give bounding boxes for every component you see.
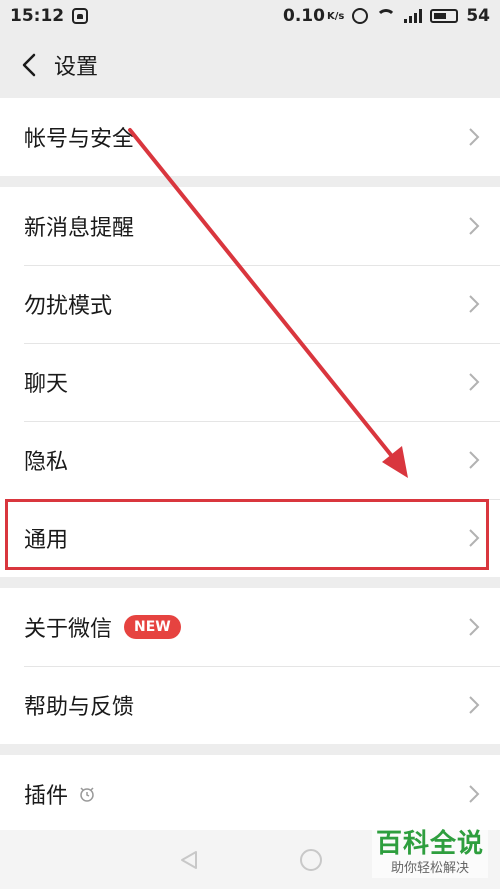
chevron-right-icon	[468, 695, 480, 715]
back-arrow-icon[interactable]	[16, 52, 42, 78]
alarm-icon	[352, 8, 369, 24]
status-bar: 15:12 0.10 K/s 54	[0, 0, 500, 32]
chevron-right-icon	[468, 372, 480, 392]
chevron-right-icon	[468, 528, 480, 548]
settings-row-chat[interactable]: 聊天	[0, 343, 500, 421]
battery-level: 54	[466, 6, 490, 26]
status-left: 15:12	[10, 6, 89, 26]
row-label: 帮助与反馈	[24, 695, 135, 720]
chevron-right-icon	[468, 294, 480, 314]
row-label: 新消息提醒	[24, 216, 135, 241]
row-label: 隐私	[24, 450, 69, 475]
settings-group-plugins: 插件	[0, 755, 500, 833]
watermark-subtitle: 助你轻松解决	[390, 861, 469, 876]
row-label: 聊天	[24, 372, 69, 397]
chevron-right-icon	[468, 784, 480, 804]
settings-row-plugins[interactable]: 插件	[0, 755, 500, 833]
page-title: 设置	[54, 55, 99, 80]
status-right: 0.10 K/s 54	[283, 6, 490, 26]
status-time: 15:12	[10, 6, 65, 26]
settings-row-about-wechat[interactable]: 关于微信 NEW	[0, 588, 500, 666]
notification-icon	[72, 8, 89, 24]
watermark-logo: 百科全说 助你轻松解决	[372, 828, 488, 878]
settings-group-about: 关于微信 NEW 帮助与反馈	[0, 588, 500, 744]
settings-group-main: 新消息提醒 勿扰模式 聊天 隐私 通用	[0, 187, 500, 577]
row-label: 通用	[24, 528, 69, 553]
row-label: 勿扰模式	[24, 294, 113, 319]
settings-row-account-security[interactable]: 帐号与安全	[0, 98, 500, 176]
settings-group-account: 帐号与安全	[0, 98, 500, 176]
battery-icon	[430, 9, 459, 23]
row-label: 关于微信	[24, 617, 113, 642]
chevron-right-icon	[468, 216, 480, 236]
new-badge: NEW	[124, 615, 181, 639]
settings-row-help-feedback[interactable]: 帮助与反馈	[0, 666, 500, 744]
nav-back-icon[interactable]	[178, 849, 200, 871]
network-speed-unit: K/s	[326, 10, 345, 22]
row-label: 插件	[24, 784, 69, 809]
row-label: 帐号与安全	[24, 127, 135, 152]
plugin-alarm-icon	[78, 785, 96, 803]
header: 设置	[0, 32, 500, 98]
settings-row-privacy[interactable]: 隐私	[0, 421, 500, 499]
chevron-right-icon	[468, 617, 480, 637]
wifi-icon	[376, 9, 397, 23]
watermark-title: 百科全说	[375, 829, 484, 859]
settings-row-general[interactable]: 通用	[0, 499, 500, 577]
settings-row-do-not-disturb[interactable]: 勿扰模式	[0, 265, 500, 343]
chevron-right-icon	[468, 127, 480, 147]
chevron-right-icon	[468, 450, 480, 470]
network-speed: 0.10	[283, 6, 325, 26]
signal-icon	[404, 9, 423, 23]
nav-home-icon[interactable]	[300, 848, 322, 871]
settings-row-new-message-alerts[interactable]: 新消息提醒	[0, 187, 500, 265]
